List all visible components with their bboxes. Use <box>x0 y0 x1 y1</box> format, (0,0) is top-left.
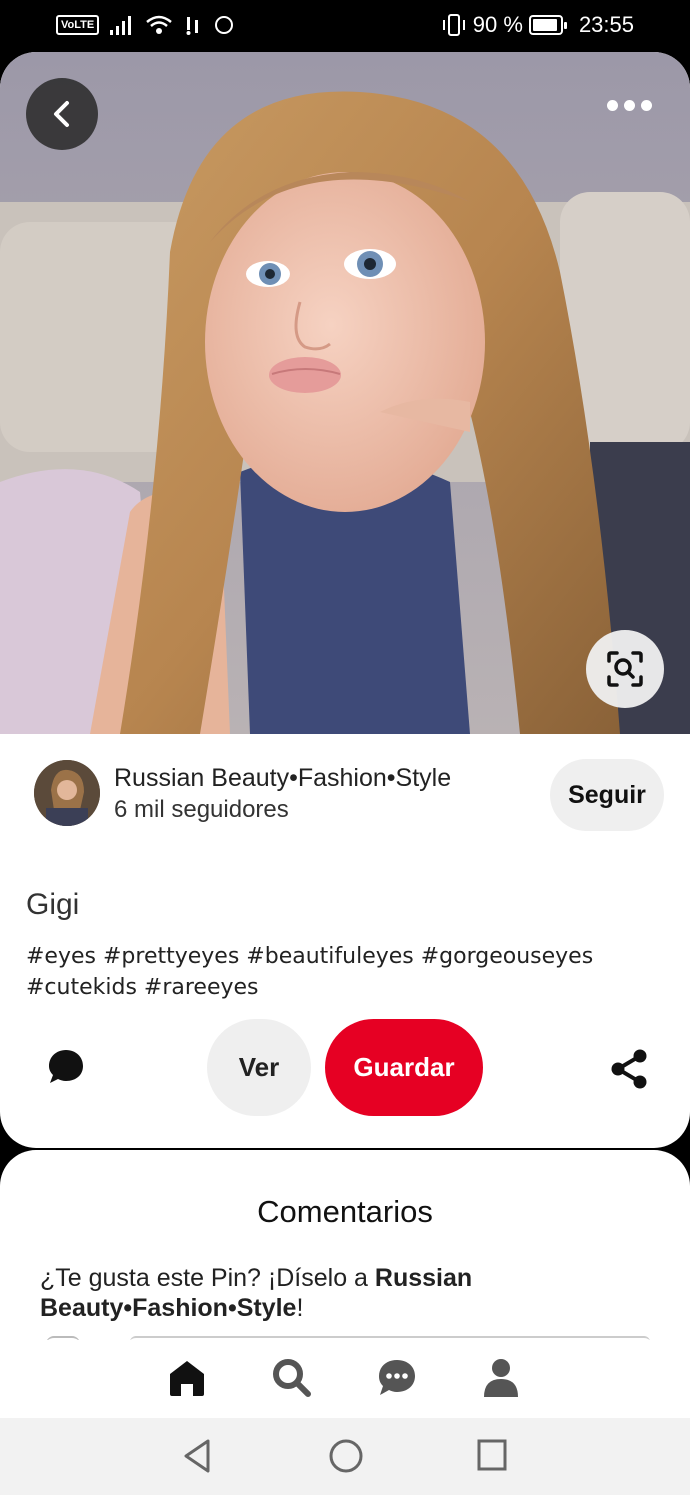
pin-photo-illustration <box>0 52 690 734</box>
view-button[interactable]: Ver <box>207 1019 311 1116</box>
tab-search[interactable] <box>270 1356 314 1400</box>
creator-avatar[interactable] <box>34 760 100 826</box>
visual-search-button[interactable] <box>586 630 664 708</box>
prompt-prefix: ¿Te gusta este Pin? ¡Díselo a <box>40 1264 375 1292</box>
creator-row: Russian Beauty•Fashion•Style 6 mil segui… <box>0 752 690 832</box>
nav-back-button[interactable] <box>182 1438 212 1479</box>
home-icon <box>170 1361 204 1396</box>
nav-home-button[interactable] <box>328 1438 364 1479</box>
square-recents-icon <box>477 1439 507 1471</box>
share-button[interactable] <box>609 1048 649 1095</box>
status-left: VoLTE <box>56 14 235 36</box>
wifi-icon <box>146 15 173 34</box>
tab-profile[interactable] <box>479 1356 523 1400</box>
data-arrows-icon <box>186 17 199 35</box>
pin-card: Russian Beauty•Fashion•Style 6 mil segui… <box>0 52 690 1148</box>
signal-icon <box>110 16 132 35</box>
avatar-image <box>34 760 100 826</box>
vibrate-icon <box>442 14 465 36</box>
circle-home-icon <box>329 1439 363 1473</box>
lens-search-icon <box>607 651 643 687</box>
save-button[interactable]: Guardar <box>325 1019 483 1116</box>
volte-badge: VoLTE <box>56 15 100 35</box>
status-right: 90 % 23:55 <box>441 12 634 38</box>
comment-button[interactable] <box>46 1047 86 1092</box>
pin-title: Gigi <box>26 888 80 921</box>
more-dot-icon <box>624 100 635 111</box>
search-icon <box>273 1359 311 1397</box>
clock: 23:55 <box>578 12 634 37</box>
prompt-suffix: ! <box>296 1294 304 1322</box>
more-dot-icon <box>607 100 618 111</box>
system-nav-bar <box>0 1418 690 1495</box>
status-bar: VoLTE 90 % 23:55 <box>0 0 690 52</box>
nav-recents-button[interactable] <box>476 1438 508 1477</box>
back-button[interactable] <box>26 78 98 150</box>
chevron-left-icon <box>54 101 69 127</box>
tab-messages[interactable] <box>375 1356 419 1400</box>
creator-name[interactable]: Russian Beauty•Fashion•Style <box>114 764 451 793</box>
comments-title: Comentarios <box>257 1194 433 1229</box>
comment-bubble-icon <box>49 1050 83 1083</box>
comments-prompt: ¿Te gusta este Pin? ¡Díselo a Russian Be… <box>40 1263 640 1323</box>
sync-icon <box>215 16 234 34</box>
follow-button[interactable]: Seguir <box>550 759 664 831</box>
battery-icon <box>528 15 567 35</box>
profile-icon <box>484 1359 518 1397</box>
more-dot-icon <box>641 100 652 111</box>
battery-percent: 90 % <box>472 12 523 37</box>
more-options-button[interactable] <box>607 100 652 111</box>
creator-followers: 6 mil seguidores <box>114 796 289 823</box>
pin-image[interactable] <box>0 52 690 734</box>
pin-description: #eyes #prettyeyes #beautifuleyes #gorgeo… <box>26 944 594 1000</box>
tab-home[interactable] <box>165 1356 209 1400</box>
bottom-tab-bar <box>0 1340 690 1418</box>
share-icon <box>611 1049 647 1089</box>
triangle-back-icon <box>184 1439 210 1473</box>
messages-icon <box>379 1360 415 1395</box>
